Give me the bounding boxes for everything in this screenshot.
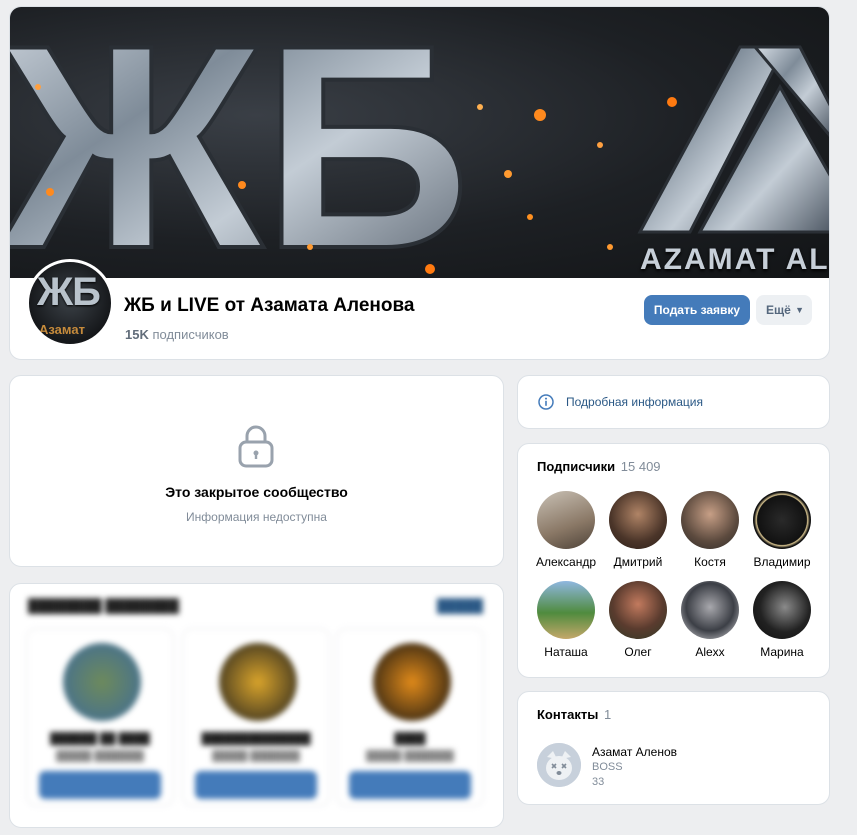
group-avatar[interactable]: ЖБ Азамат [26, 259, 114, 347]
similar-button[interactable] [195, 771, 317, 799]
similar-name-blurred: ████ [394, 733, 426, 745]
subscriber-item[interactable]: Марина [742, 581, 822, 659]
lock-icon [238, 425, 274, 468]
subscribers-total: 15 409 [620, 459, 661, 474]
dog-icon [537, 743, 581, 787]
similar-button[interactable] [39, 771, 161, 799]
subscriber-name: Марина [760, 645, 804, 659]
subscriber-item[interactable]: Александр [526, 491, 606, 569]
avatar [753, 581, 811, 639]
contact-name[interactable]: Азамат Аленов [592, 745, 677, 759]
avatar-subtext: Азамат [39, 322, 85, 337]
similar-heading-blurred: ████████ ████████ [28, 598, 179, 613]
contacts-card: Контакты 1 Азамат Аленов BOSS 33 [517, 691, 830, 805]
closed-title: Это закрытое сообщество [165, 484, 348, 500]
similar-name-blurred: ██████ ██ ████ [50, 733, 150, 745]
avatar [609, 581, 667, 639]
more-button-label: Ещё [766, 303, 791, 317]
subscriber-name: Дмитрий [613, 555, 663, 569]
similar-meta-blurred: █████ ███████ [56, 751, 144, 762]
similar-meta-blurred: █████ ███████ [366, 751, 454, 762]
cover-letters: ЖБ [10, 7, 471, 278]
similar-meta-blurred: █████ ███████ [212, 751, 300, 762]
more-button[interactable]: Ещё ▼ [756, 295, 812, 325]
apply-button[interactable]: Подать заявку [644, 295, 750, 325]
subscriber-name: Alexx [695, 645, 725, 659]
chevron-down-icon: ▼ [795, 305, 804, 315]
subscribers-card: Подписчики 15 409 Александр Дмитрий Кост… [517, 443, 830, 678]
contact-number: 33 [592, 776, 605, 788]
subscribers-count: 15K [125, 327, 149, 342]
cover-image: ЖБ AZAMAT ALEN [10, 7, 830, 278]
similar-item[interactable]: ██████ ██ ████ █████ ███████ [26, 628, 174, 806]
similar-communities-card: ████████ ████████ █████ ██████ ██ ████ █… [9, 583, 504, 828]
info-card[interactable]: Подробная информация [517, 375, 830, 429]
similar-show-all-blurred: █████ [436, 598, 483, 613]
similar-item[interactable]: ██████████████ █████ ███████ [182, 628, 330, 806]
detailed-info-link[interactable]: Подробная информация [566, 395, 703, 409]
cover-caption: AZAMAT ALEN [640, 243, 830, 276]
similar-avatar [63, 643, 141, 721]
avatar [537, 491, 595, 549]
subscriber-item[interactable]: Наташа [526, 581, 606, 659]
contacts-heading[interactable]: Контакты 1 [537, 707, 611, 722]
closed-subtitle: Информация недоступна [186, 510, 327, 524]
group-subscribers[interactable]: 15K подписчиков [125, 327, 229, 342]
avatar [681, 581, 739, 639]
subscriber-item[interactable]: Владимир [742, 491, 822, 569]
contact-role: BOSS [592, 761, 623, 773]
avatar [609, 491, 667, 549]
avatar-letters: ЖБ [37, 270, 101, 314]
cover-art: ЖБ [10, 7, 829, 278]
subscriber-name: Наташа [544, 645, 588, 659]
subscribers-heading[interactable]: Подписчики 15 409 [537, 459, 661, 474]
similar-avatar [219, 643, 297, 721]
avatar [753, 491, 811, 549]
subscriber-name: Владимир [753, 555, 811, 569]
closed-community-card: Это закрытое сообщество Информация недос… [9, 375, 504, 567]
subscriber-item[interactable]: Олег [598, 581, 678, 659]
similar-item[interactable]: ████ █████ ███████ [336, 628, 484, 806]
subscriber-item[interactable]: Alexx [670, 581, 750, 659]
subscriber-name: Костя [694, 555, 726, 569]
similar-button[interactable] [349, 771, 471, 799]
contacts-count: 1 [603, 707, 612, 722]
group-header-card: ЖБ AZAMAT ALEN ЖБ Азамат ЖБ и LIVE от Аз… [9, 6, 830, 360]
subscribers-title: Подписчики [537, 459, 616, 474]
contact-avatar[interactable] [537, 743, 581, 787]
subscribers-label: подписчиков [152, 327, 229, 342]
subscriber-item[interactable]: Дмитрий [598, 491, 678, 569]
subscriber-item[interactable]: Костя [670, 491, 750, 569]
subscriber-name: Александр [535, 555, 597, 569]
similar-name-blurred: ██████████████ [201, 733, 311, 745]
similar-avatar [373, 643, 451, 721]
subscriber-name: Олег [624, 645, 652, 659]
avatar [681, 491, 739, 549]
info-icon [538, 394, 554, 410]
avatar [537, 581, 595, 639]
contacts-title: Контакты [537, 707, 599, 722]
blurred-content: ████████ ████████ █████ ██████ ██ ████ █… [10, 584, 503, 827]
group-title: ЖБ и LIVE от Азамата Аленова [124, 295, 415, 316]
